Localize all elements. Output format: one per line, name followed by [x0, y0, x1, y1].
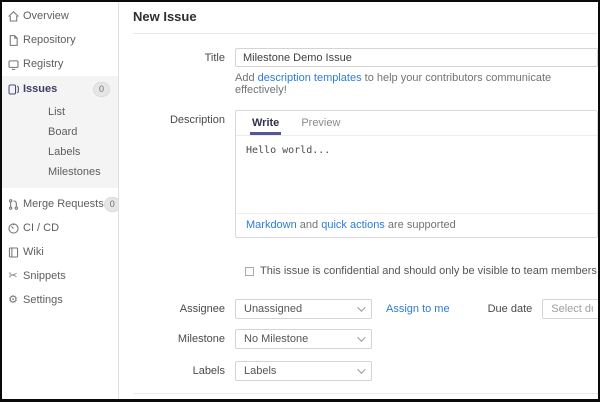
- sidebar-item-issues[interactable]: Issues 0: [2, 76, 118, 102]
- due-date-label: Due date: [488, 303, 533, 315]
- chevron-down-icon: [357, 333, 365, 341]
- sidebar-item-merge-requests[interactable]: Merge Requests 0: [2, 192, 118, 216]
- title-input[interactable]: [235, 48, 598, 67]
- assignee-label: Assignee: [133, 299, 235, 319]
- new-issue-page: New Issue Title Add description template…: [119, 2, 598, 399]
- quick-actions-link[interactable]: quick actions: [321, 219, 385, 231]
- sidebar-item-label: Issues: [23, 83, 57, 95]
- home-icon: [6, 9, 20, 23]
- title-help-text: Add description templates to help your c…: [235, 72, 598, 96]
- sidebar-item-label: Overview: [23, 10, 69, 22]
- labels-label: Labels: [133, 361, 235, 381]
- sidebar-item-milestones[interactable]: Milestones: [2, 162, 118, 182]
- merge-request-icon: [6, 197, 20, 211]
- milestone-row: Milestone No Milestone: [133, 329, 598, 349]
- title-label: Title: [133, 48, 235, 96]
- gauge-icon: [6, 221, 20, 235]
- sidebar-issues-group: Issues 0 List Board Labels Milestones: [2, 76, 118, 188]
- sidebar-item-label: Merge Requests: [23, 198, 104, 210]
- confidential-label[interactable]: This issue is confidential and should on…: [260, 265, 598, 277]
- monitor-icon: [6, 57, 20, 71]
- scissors-icon: ✂: [6, 269, 20, 283]
- confidential-checkbox[interactable]: [245, 267, 254, 276]
- footer-suffix: are supported: [385, 219, 456, 231]
- book-icon: [6, 245, 20, 259]
- sidebar-item-snippets[interactable]: ✂ Snippets: [2, 264, 118, 288]
- description-textarea[interactable]: Hello world...: [236, 136, 597, 213]
- sidebar-item-label: List: [48, 106, 65, 118]
- sidebar-item-label: Labels: [48, 146, 80, 158]
- description-row: Description Write Preview Hello world...…: [133, 110, 598, 238]
- milestone-value: No Milestone: [244, 333, 308, 345]
- chevron-down-icon: [357, 365, 365, 373]
- labels-row: Labels Labels: [133, 361, 598, 381]
- sidebar-item-repository[interactable]: Repository: [2, 28, 118, 52]
- sidebar-item-label: Snippets: [23, 270, 66, 282]
- sidebar-item-label: Repository: [23, 34, 76, 46]
- sidebar-item-label: Wiki: [23, 246, 44, 258]
- confidential-row: This issue is confidential and should on…: [133, 265, 598, 277]
- merge-requests-count-badge: 0: [104, 197, 119, 212]
- assignee-row: Assignee Unassigned Assign to me Due dat…: [133, 299, 598, 319]
- sidebar-item-wiki[interactable]: Wiki: [2, 240, 118, 264]
- title-row: Title Add description templates to help …: [133, 48, 598, 96]
- sidebar-item-board[interactable]: Board: [2, 122, 118, 142]
- assign-to-me-link[interactable]: Assign to me: [386, 303, 450, 315]
- footer-mid: and: [297, 219, 321, 231]
- issues-count-badge: 0: [93, 82, 110, 97]
- footer-divider: [133, 393, 598, 394]
- page-title: New Issue: [133, 9, 598, 24]
- description-templates-link[interactable]: description templates: [258, 72, 362, 84]
- app-window: Overview Repository Registry Issues 0: [0, 0, 600, 402]
- assignee-value: Unassigned: [244, 303, 302, 315]
- sidebar-item-overview[interactable]: Overview: [2, 4, 118, 28]
- editor-tabbar: Write Preview: [236, 111, 597, 136]
- milestone-dropdown[interactable]: No Milestone: [235, 329, 372, 349]
- header-divider: [133, 33, 598, 34]
- sidebar-item-label: CI / CD: [23, 222, 59, 234]
- sidebar-item-label: Settings: [23, 294, 63, 306]
- milestone-label: Milestone: [133, 329, 235, 349]
- sidebar-item-registry[interactable]: Registry: [2, 52, 118, 76]
- description-editor: Write Preview Hello world... Markdown an…: [235, 110, 598, 238]
- help-prefix: Add: [235, 72, 258, 84]
- chevron-down-icon: [357, 303, 365, 311]
- tab-write[interactable]: Write: [250, 111, 281, 135]
- markdown-link[interactable]: Markdown: [246, 219, 297, 231]
- sidebar-item-list[interactable]: List: [2, 102, 118, 122]
- sidebar-item-labels[interactable]: Labels: [2, 142, 118, 162]
- labels-value: Labels: [244, 365, 276, 377]
- description-label: Description: [133, 110, 235, 238]
- sidebar-item-ci-cd[interactable]: CI / CD: [2, 216, 118, 240]
- sidebar-item-label: Milestones: [48, 166, 101, 178]
- tab-preview[interactable]: Preview: [299, 111, 342, 135]
- labels-dropdown[interactable]: Labels: [235, 361, 372, 381]
- file-icon: [6, 33, 20, 47]
- project-sidebar: Overview Repository Registry Issues 0: [2, 2, 119, 399]
- sidebar-item-label: Registry: [23, 58, 63, 70]
- assignee-dropdown[interactable]: Unassigned: [235, 299, 372, 319]
- due-date-input[interactable]: [542, 299, 598, 319]
- gear-icon: ⚙: [6, 293, 20, 307]
- sidebar-item-label: Board: [48, 126, 77, 138]
- editor-footer: Markdown and quick actions are supported: [236, 213, 597, 237]
- sidebar-item-settings[interactable]: ⚙ Settings: [2, 288, 118, 312]
- issues-icon: [6, 82, 20, 96]
